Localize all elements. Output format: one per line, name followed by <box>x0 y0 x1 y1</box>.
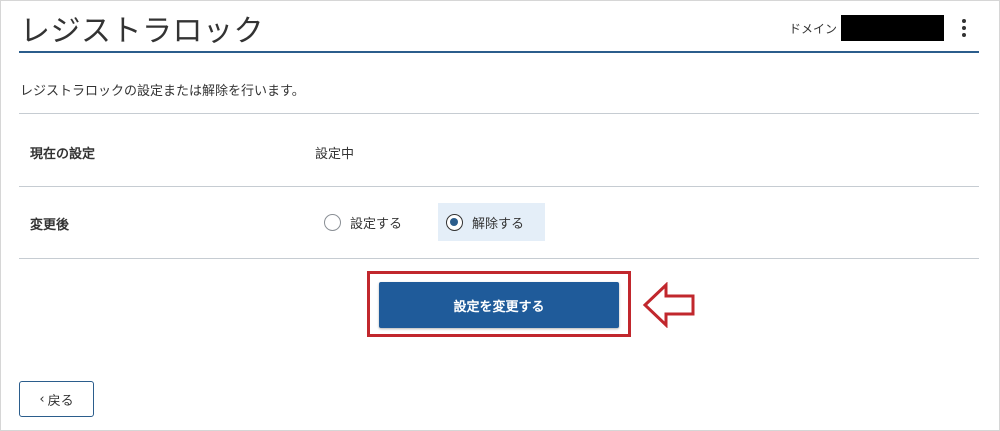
chevron-left-icon: ‹ <box>39 391 45 407</box>
table-divider <box>19 258 979 259</box>
table-divider <box>19 186 979 187</box>
domain-label: ドメイン <box>788 21 837 36</box>
table-divider <box>19 113 979 114</box>
domain-value-redacted <box>841 15 944 41</box>
back-button[interactable]: ‹ 戻る <box>19 381 94 417</box>
back-button-label: 戻る <box>47 393 74 409</box>
domain-info: ドメイン <box>789 14 944 42</box>
current-setting-value: 設定中 <box>315 147 355 162</box>
radio-set-label: 設定する <box>350 216 403 232</box>
change-settings-button[interactable]: 設定を変更する <box>379 282 619 328</box>
after-change-label: 変更後 <box>30 218 70 233</box>
radio-unset[interactable]: 解除する <box>438 203 545 241</box>
kebab-menu-icon[interactable] <box>956 14 972 42</box>
radio-button-icon[interactable] <box>324 213 341 231</box>
title-underline <box>19 51 979 53</box>
page-title: レジストラロック <box>20 14 264 49</box>
radio-set[interactable]: 設定する <box>315 203 425 241</box>
current-setting-label: 現在の設定 <box>30 147 96 162</box>
radio-unset-label: 解除する <box>472 216 525 232</box>
radio-button-selected-icon[interactable] <box>446 213 463 231</box>
left-arrow-outline-icon <box>642 282 695 328</box>
page-description: レジストラロックの設定または解除を行います。 <box>20 84 305 99</box>
